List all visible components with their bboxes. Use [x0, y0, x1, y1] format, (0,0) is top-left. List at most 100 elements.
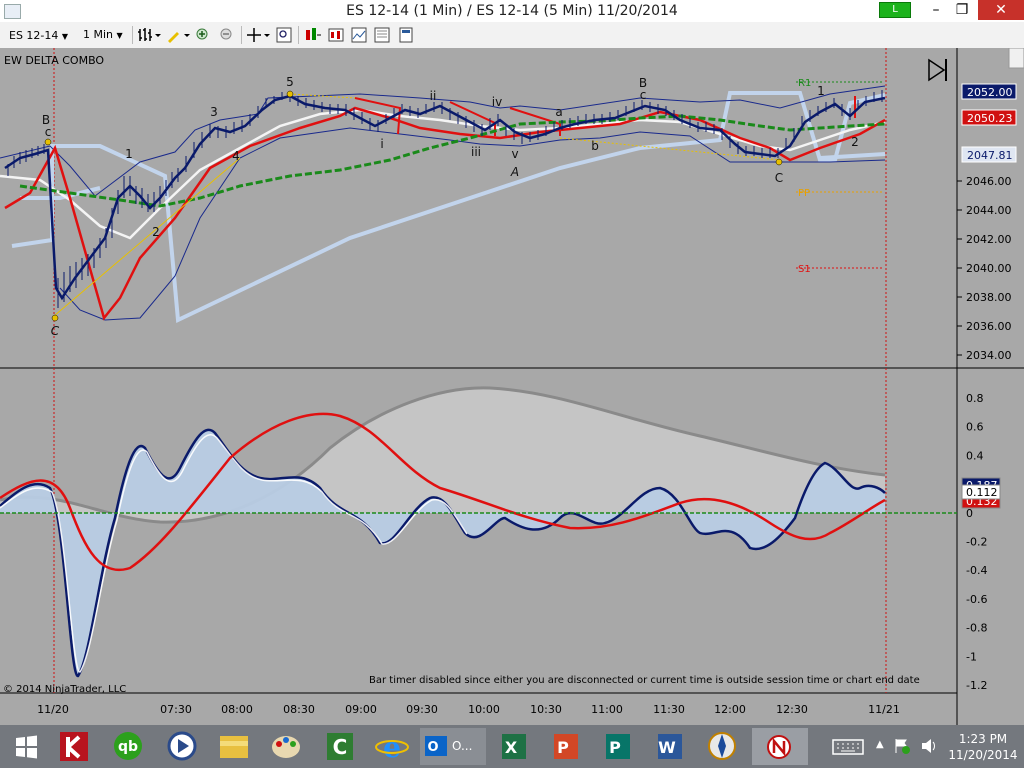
- camtasia-icon[interactable]: C: [320, 728, 360, 765]
- oscillator-axis-label: -0.2: [966, 536, 987, 549]
- chart-properties-icon[interactable]: [351, 27, 367, 43]
- media-player-icon[interactable]: [162, 728, 202, 765]
- time-axis-label: 12:00: [714, 703, 746, 716]
- oscillator-axis-label: -0.6: [966, 593, 987, 606]
- wave-label: 4: [232, 149, 240, 163]
- price-axis-label: 2034.00: [966, 349, 1012, 362]
- interval-label: 1 Min: [83, 28, 114, 41]
- scroll-to-end-button[interactable]: [928, 58, 947, 82]
- wave-label: 1: [125, 147, 133, 161]
- data-box-icon[interactable]: [276, 27, 292, 43]
- templates-icon[interactable]: [374, 27, 390, 43]
- properties-icon[interactable]: [398, 27, 414, 43]
- price-axis-label: 2046.00: [966, 175, 1012, 188]
- action-center-flag-icon[interactable]: [892, 737, 912, 755]
- indicator-label: EW DELTA COMBO: [4, 54, 105, 67]
- time-axis-label: 10:00: [468, 703, 500, 716]
- outlook-taskbar-label: O...: [452, 739, 473, 753]
- price-axis-label: 2036.00: [966, 320, 1012, 333]
- white-moving-average: [0, 108, 886, 240]
- svg-text:C: C: [333, 735, 348, 759]
- excel-icon[interactable]: X: [494, 728, 534, 765]
- time-axis-label: 09:00: [345, 703, 377, 716]
- kaspersky-icon[interactable]: [54, 728, 94, 765]
- keyboard-icon[interactable]: [832, 738, 864, 756]
- oscillator-axis-label: -1: [966, 650, 977, 663]
- wave-label: 2: [851, 135, 859, 149]
- zoom-in-icon[interactable]: [195, 27, 211, 43]
- internet-explorer-icon[interactable]: e: [372, 728, 412, 765]
- chevron-down-icon: ▼: [61, 32, 69, 41]
- wave-label: i: [380, 137, 383, 151]
- price-axis-label: 2042.00: [966, 233, 1012, 246]
- wave-label: 1: [817, 84, 825, 98]
- time-axis-label: 07:30: [160, 703, 192, 716]
- oscillator-axis-label: -1.2: [966, 679, 987, 692]
- svg-text:X: X: [505, 738, 518, 757]
- wave-label: b: [591, 139, 599, 153]
- time-axis-label: 11:00: [591, 703, 623, 716]
- svg-text:e: e: [383, 731, 401, 764]
- chart-panel[interactable]: Bc C 1 2 3 4 5 ii i iii iv v Aa b Bc C 1 2 R1 PP S1 2046.00…: [0, 47, 1024, 725]
- pivot-label: R1: [798, 78, 811, 89]
- time-axis-label: 11/21: [868, 703, 900, 716]
- wave-label: a: [555, 105, 562, 119]
- strategies-icon[interactable]: [328, 27, 344, 43]
- wave-label: iii: [471, 145, 481, 159]
- chart-toolbar: ES 12-14 ▼ 1 Min ▼: [0, 22, 1024, 49]
- pivot-label: PP: [798, 188, 810, 199]
- close-button[interactable]: ✕: [978, 0, 1024, 20]
- clock-date[interactable]: 11/20/2014: [948, 748, 1018, 762]
- outlook-taskbar-button[interactable]: O O...: [420, 728, 486, 765]
- publisher-icon[interactable]: P: [598, 728, 638, 765]
- volume-icon[interactable]: [920, 737, 938, 755]
- word-icon[interactable]: W: [650, 728, 690, 765]
- powerpoint-icon[interactable]: P: [546, 728, 586, 765]
- instrument-selector[interactable]: ES 12-14 ▼: [8, 26, 78, 46]
- time-axis-label: 09:30: [406, 703, 438, 716]
- svg-text:P: P: [609, 738, 621, 757]
- price-axis-label: 2040.00: [966, 262, 1012, 275]
- clock-time[interactable]: 1:23 PM: [948, 732, 1018, 746]
- chart-canvas[interactable]: BcC12345iiiiiiivvAabBcC12 R1PPS1 2046.00…: [0, 47, 1024, 725]
- price-axis-label: 2038.00: [966, 291, 1012, 304]
- copyright-text: © 2014 NinjaTrader, LLC: [3, 684, 127, 695]
- indicators-icon[interactable]: [305, 27, 321, 43]
- time-axis-label: 11/20: [37, 703, 69, 716]
- quickbooks-icon[interactable]: qb: [108, 728, 148, 765]
- price-tag-label: 2052.00: [967, 86, 1013, 99]
- svg-text:P: P: [557, 738, 569, 757]
- show-hidden-icons-chevron[interactable]: ▲: [876, 739, 884, 750]
- oscillator-axis-label: 0.4: [966, 449, 984, 462]
- wave-label: v: [511, 147, 518, 161]
- wave-label: 2: [152, 225, 160, 239]
- time-axis-label: 11:30: [653, 703, 685, 716]
- wave-label: C: [51, 324, 60, 338]
- oscillator-axis-label: 0.6: [966, 421, 984, 434]
- paint-icon[interactable]: [266, 728, 306, 765]
- crosshair-icon[interactable]: [246, 27, 270, 43]
- start-windows-icon[interactable]: [6, 728, 46, 765]
- file-explorer-icon[interactable]: [214, 728, 254, 765]
- ninjatrader-taskbar-button[interactable]: [752, 728, 808, 765]
- interval-selector[interactable]: 1 Min ▼: [83, 26, 129, 44]
- wave-label: 5: [286, 75, 294, 89]
- window-title: ES 12-14 (1 Min) / ES 12-14 (5 Min) 11/2…: [346, 3, 678, 19]
- price-tag-label: 2047.81: [967, 149, 1013, 162]
- light-blue-band: [11, 91, 886, 324]
- ninjatrader-icon: [767, 735, 791, 759]
- connection-status-badge[interactable]: L: [879, 2, 911, 18]
- chevron-down-icon: ▼: [116, 31, 123, 40]
- wave-label: 3: [210, 105, 218, 119]
- restore-button[interactable]: ❐: [947, 0, 977, 20]
- bar-type-icon[interactable]: [137, 27, 161, 43]
- drawing-tool-icon[interactable]: [166, 27, 190, 43]
- compass-app-icon[interactable]: [702, 728, 742, 765]
- zoom-out-icon[interactable]: [219, 27, 235, 43]
- svg-text:O: O: [427, 740, 438, 755]
- toolbar-divider: [298, 26, 299, 44]
- time-axis-label: 08:30: [283, 703, 315, 716]
- time-axis-label: 10:30: [530, 703, 562, 716]
- wave-label: iv: [492, 95, 502, 109]
- windows-taskbar: qb C e O O... X P P W ▲ 1:23 PM 11/20/20…: [0, 725, 1024, 768]
